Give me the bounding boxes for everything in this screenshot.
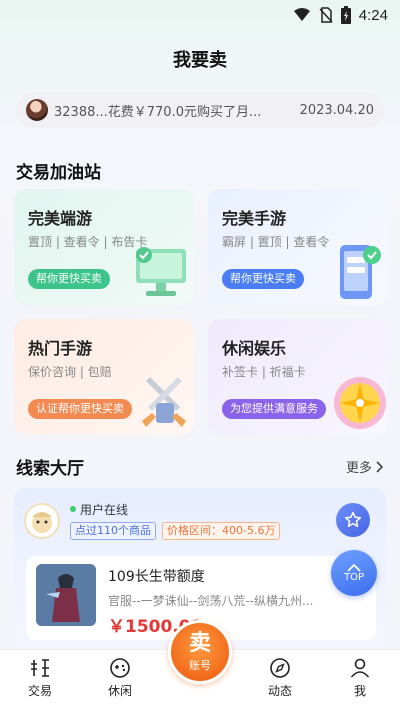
card-subtitle: 补签卡 | 祈福卡 xyxy=(222,365,306,379)
clock: 4:24 xyxy=(358,6,388,24)
card-button[interactable]: 为您提供满意服务 xyxy=(222,399,326,419)
section-title-trade-station: 交易加油站 xyxy=(16,163,101,183)
nav-item-feed[interactable]: 动态 xyxy=(250,656,310,699)
character-image xyxy=(36,564,96,626)
avatar xyxy=(26,99,48,121)
card-title: 休闲娱乐 xyxy=(222,339,287,358)
price-range-tag: 价格区间：400-5.6万 xyxy=(162,522,281,540)
more-link[interactable]: 更多 xyxy=(346,457,384,476)
monitor-icon xyxy=(136,247,186,296)
wifi-icon xyxy=(293,8,310,21)
card-button[interactable]: 帮你更快买卖 xyxy=(222,269,304,289)
card-hot-mobile-games[interactable]: 热门手游 保价咨询 | 包赔 认证帮你更快买卖 xyxy=(14,319,194,435)
card-title: 完美手游 xyxy=(222,209,287,228)
listing-desc: 官服--一梦诛仙--剑荡八荒--纵横九州... xyxy=(108,594,314,608)
product-count-tag: 点过110个商品 xyxy=(70,522,156,540)
nav-item-me[interactable]: 我 xyxy=(330,656,390,699)
nav-item-trade[interactable]: 交易 xyxy=(10,656,70,699)
status-icons: 4:24 xyxy=(293,6,388,24)
section-title-clue-hall: 线索大厅 xyxy=(16,459,84,479)
card-button[interactable]: 帮你更快买卖 xyxy=(28,269,110,289)
online-dot xyxy=(70,506,76,512)
card-perfect-pc-games[interactable]: 完美端游 置顶 | 查看令 | 布告卡 帮你更快买卖 xyxy=(14,189,194,305)
listing-thumbnail xyxy=(36,564,96,626)
chevron-right-icon xyxy=(376,460,384,473)
trade-icon xyxy=(31,659,49,677)
sell-label: 卖 xyxy=(188,630,211,656)
card-subtitle: 保价咨询 | 包赔 xyxy=(28,365,112,379)
online-label: 用户在线 xyxy=(80,503,129,517)
status-bar: 4:24 xyxy=(0,0,400,28)
page-title: 我要卖 xyxy=(173,50,227,71)
card-title: 完美端游 xyxy=(28,209,93,228)
ticker-message: 32388...花费￥770.0元购买了月... xyxy=(54,104,262,120)
card-perfect-mobile-games[interactable]: 完美手游 霸屏 | 置顶 | 查看令 帮你更快买卖 xyxy=(208,189,388,305)
listing-title: 109长生带额度 xyxy=(108,569,205,585)
mascot-icon xyxy=(32,512,52,533)
nav-label: 休闲 xyxy=(107,684,132,698)
mascot-avatar xyxy=(24,503,60,539)
card-subtitle: 霸屏 | 置顶 | 查看令 xyxy=(222,235,330,249)
card-title: 热门手游 xyxy=(28,339,93,358)
nav-item-casual[interactable]: 休闲 xyxy=(90,656,150,699)
chevron-up-icon xyxy=(347,563,361,572)
star-icon xyxy=(344,511,362,528)
nav-label: 交易 xyxy=(27,684,52,698)
top-label: TOP xyxy=(343,571,364,583)
nav-label: 我 xyxy=(353,684,366,698)
no-sim-icon xyxy=(319,7,333,23)
wheel-icon xyxy=(334,377,386,429)
sword-icon xyxy=(142,377,186,427)
sell-sublabel: 账号 xyxy=(189,658,211,672)
sell-account-button[interactable]: 卖 账号 xyxy=(168,620,232,684)
battery-charging-icon xyxy=(340,6,351,24)
card-button[interactable]: 认证帮你更快买卖 xyxy=(28,399,132,419)
phone-icon xyxy=(340,245,381,299)
gamepad-icon xyxy=(110,658,130,678)
more-label: 更多 xyxy=(345,461,372,476)
compass-icon xyxy=(270,658,290,678)
favorite-button[interactable] xyxy=(336,503,370,537)
user-icon xyxy=(350,658,370,678)
ticker-date: 2023.04.20 xyxy=(299,102,374,118)
card-casual-entertainment[interactable]: 休闲娱乐 补签卡 | 祈福卡 为您提供满意服务 xyxy=(208,319,388,435)
purchase-ticker[interactable]: 32388...花费￥770.0元购买了月... 2023.04.20 xyxy=(16,92,384,128)
back-to-top-button[interactable]: TOP xyxy=(331,550,377,596)
nav-label: 动态 xyxy=(267,684,292,698)
